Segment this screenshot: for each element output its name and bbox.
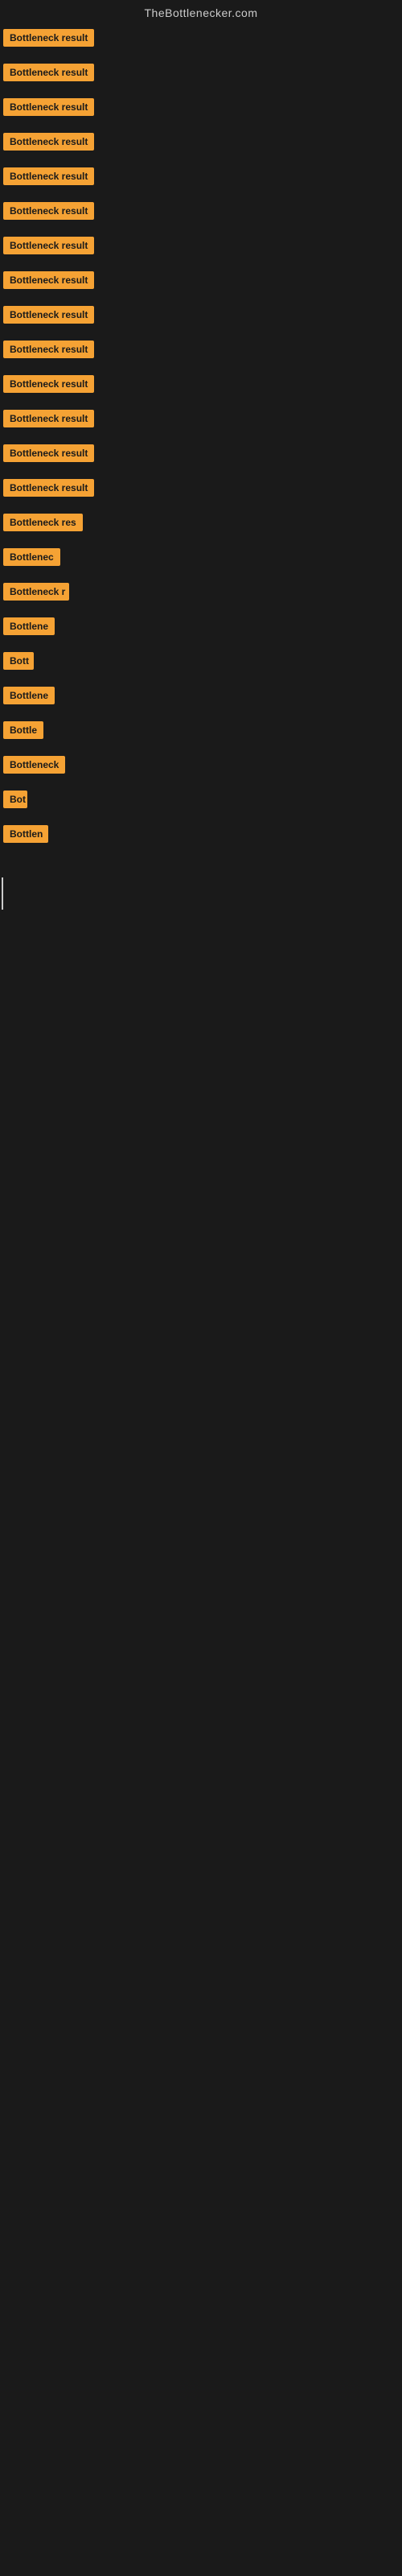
site-header: TheBottlenecker.com: [0, 0, 402, 23]
bottleneck-item-21: Bottle: [0, 715, 402, 749]
bottleneck-item-16: Bottlenec: [0, 542, 402, 576]
bottleneck-badge[interactable]: Bottleneck result: [3, 410, 94, 427]
bottleneck-item-18: Bottlene: [0, 611, 402, 646]
bottleneck-badge[interactable]: Bottlenec: [3, 548, 60, 566]
bottleneck-badge[interactable]: Bottleneck result: [3, 202, 94, 220]
bottleneck-item-24: Bottlen: [0, 819, 402, 853]
bottleneck-item-20: Bottlene: [0, 680, 402, 715]
site-title: TheBottlenecker.com: [0, 0, 402, 23]
bottleneck-badge[interactable]: Bottleneck result: [3, 479, 94, 497]
bottleneck-item-8: Bottleneck result: [0, 265, 402, 299]
bottleneck-item-7: Bottleneck result: [0, 230, 402, 265]
bottleneck-item-5: Bottleneck result: [0, 161, 402, 196]
bottleneck-badge[interactable]: Bottleneck result: [3, 133, 94, 151]
bottleneck-badge[interactable]: Bottleneck result: [3, 444, 94, 462]
bottleneck-badge[interactable]: Bottlene: [3, 617, 55, 635]
bottleneck-item-22: Bottleneck: [0, 749, 402, 784]
bottleneck-item-23: Bot: [0, 784, 402, 819]
bottleneck-badge[interactable]: Bottlene: [3, 687, 55, 704]
bottleneck-item-10: Bottleneck result: [0, 334, 402, 369]
bottleneck-badge[interactable]: Bottleneck result: [3, 341, 94, 358]
bottleneck-item-12: Bottleneck result: [0, 403, 402, 438]
bottleneck-badge[interactable]: Bottleneck result: [3, 167, 94, 185]
bottleneck-item-15: Bottleneck res: [0, 507, 402, 542]
bottleneck-badge[interactable]: Bottlen: [3, 825, 48, 843]
bottleneck-badge[interactable]: Bott: [3, 652, 34, 670]
bottleneck-item-4: Bottleneck result: [0, 126, 402, 161]
bottleneck-item-6: Bottleneck result: [0, 196, 402, 230]
bottleneck-item-13: Bottleneck result: [0, 438, 402, 473]
bottleneck-badge[interactable]: Bottleneck result: [3, 237, 94, 254]
bottleneck-badge[interactable]: Bot: [3, 791, 27, 808]
bottleneck-item-11: Bottleneck result: [0, 369, 402, 403]
bottleneck-badge[interactable]: Bottleneck result: [3, 306, 94, 324]
bottleneck-badge[interactable]: Bottle: [3, 721, 43, 739]
bottleneck-badge[interactable]: Bottleneck result: [3, 271, 94, 289]
bottleneck-item-17: Bottleneck r: [0, 576, 402, 611]
bottleneck-badge[interactable]: Bottleneck result: [3, 98, 94, 116]
bottleneck-item-1: Bottleneck result: [0, 23, 402, 57]
bottleneck-item-14: Bottleneck result: [0, 473, 402, 507]
bottleneck-item-2: Bottleneck result: [0, 57, 402, 92]
cursor-indicator: [2, 877, 3, 910]
bottleneck-badge[interactable]: Bottleneck: [3, 756, 65, 774]
bottleneck-item-3: Bottleneck result: [0, 92, 402, 126]
bottleneck-item-9: Bottleneck result: [0, 299, 402, 334]
bottleneck-item-19: Bott: [0, 646, 402, 680]
items-container: Bottleneck result Bottleneck result Bottle…: [0, 23, 402, 853]
bottleneck-badge[interactable]: Bottleneck res: [3, 514, 83, 531]
bottleneck-badge[interactable]: Bottleneck r: [3, 583, 69, 601]
bottleneck-badge[interactable]: Bottleneck result: [3, 375, 94, 393]
bottleneck-badge[interactable]: Bottleneck result: [3, 29, 94, 47]
bottleneck-badge[interactable]: Bottleneck result: [3, 64, 94, 81]
